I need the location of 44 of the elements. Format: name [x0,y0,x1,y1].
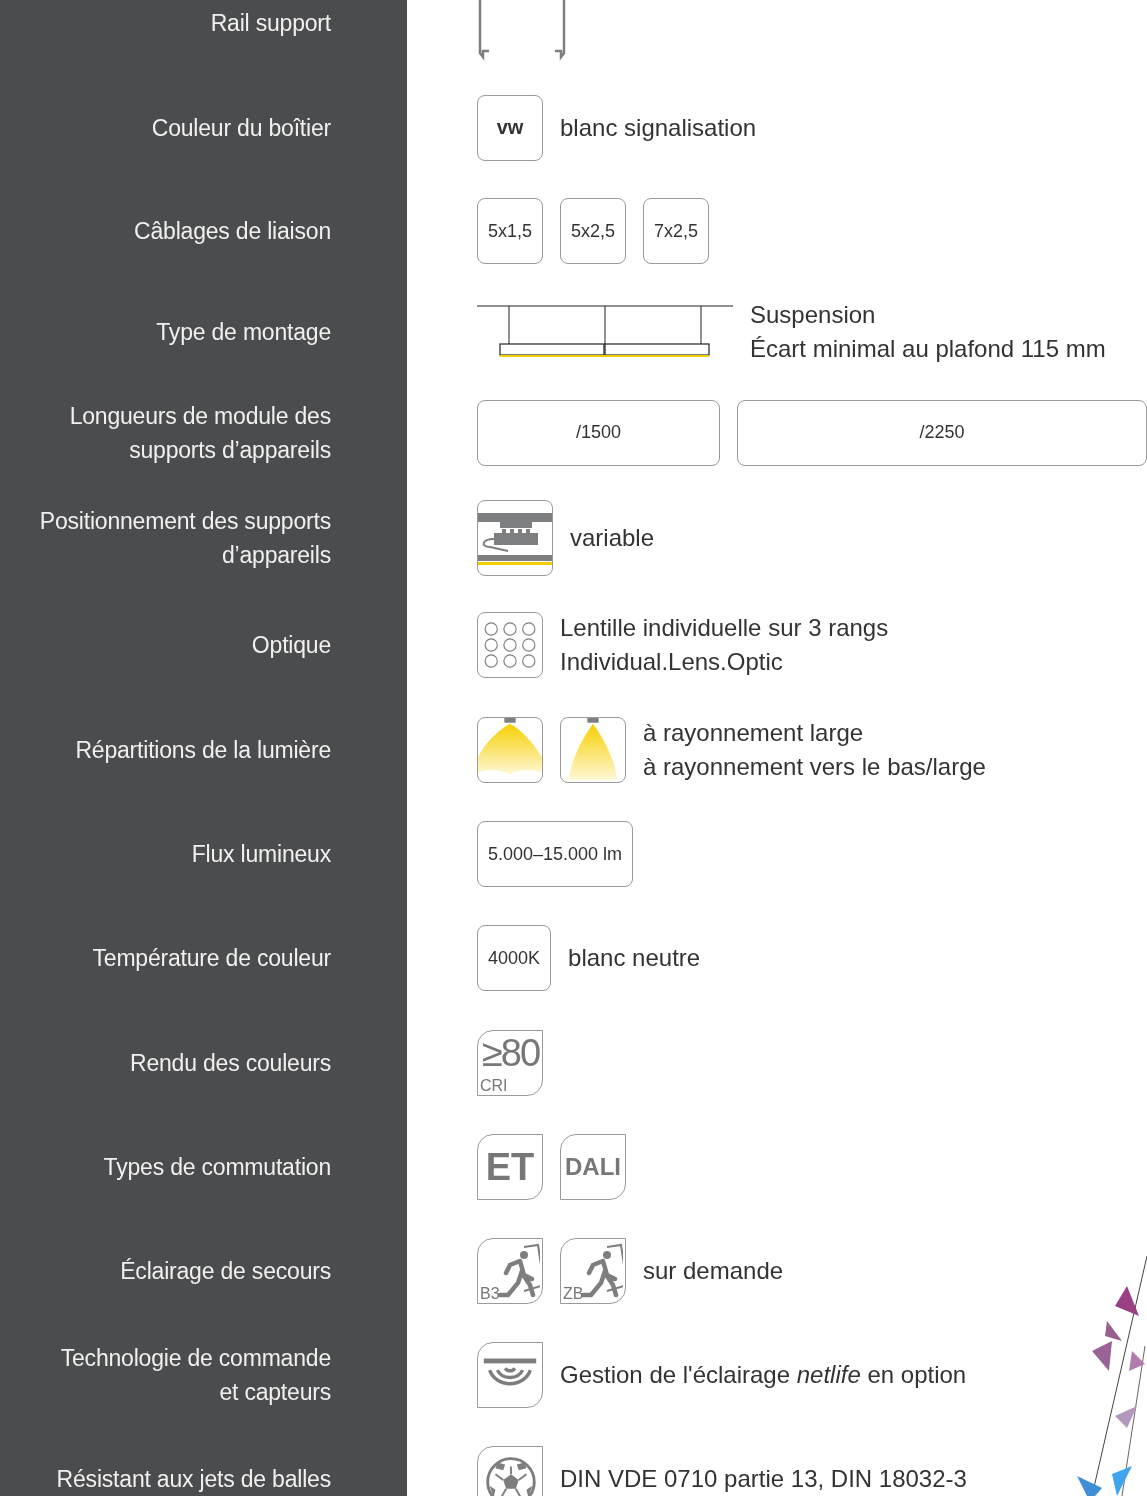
spec-description: blanc signalisation [560,112,757,143]
spec-description: variable [570,523,655,553]
spec-value: /1500 [477,399,720,466]
cri-value: ≥80 [481,1030,540,1075]
spec-label: Répartitions de la lumière [75,736,331,765]
wide-beam-icon [477,717,543,783]
spec-description: sur demande [643,1256,784,1286]
spec-value: 5x2,5 [560,198,627,264]
spec-value: vw [477,94,543,161]
emergency-code: B3 [480,1285,500,1303]
spec-label: Longueurs de module des supports d’appareils [69,401,331,465]
control-logo: ET [477,1134,543,1200]
spec-label: Rail support [210,8,331,38]
spec-label: Éclairage de secours [120,1257,331,1286]
spec-description: à rayonnement large à rayonnement vers le bas/large [643,718,986,782]
spec-label: Optique [251,631,331,660]
spec-description: Lentille individuelle sur 3 rangs Individual.Lens.Optic [560,613,889,677]
spec-label: Résistant aux jets de balles [56,1465,331,1494]
spec-description: DIN VDE 0710 partie 13, DIN 18032-3 [560,1464,967,1494]
spec-label: Types de commutation [103,1153,331,1182]
spec-label: Couleur du boîtier [151,113,331,143]
spec-value: 4000K [477,925,552,991]
spec-description: Suspension Écart minimal au plafond 115 mm [750,299,1106,364]
cri-label: CRI [480,1076,508,1095]
emergency-code: ZB [563,1285,584,1303]
spec-label: Positionnement des supports d’appareils [39,507,331,570]
spec-label: Technologie de commande et capteurs [60,1344,331,1407]
sensor-icon [477,1342,543,1408]
mounting-icon [477,500,553,576]
spec-label: Câblages de liaison [134,217,331,246]
spec-label: Type de montage [156,317,331,347]
spec-description: Gestion de l'éclairage netlife en option [560,1360,967,1390]
control-logo: DALI [560,1134,626,1200]
spec-value: 7x2,5 [643,198,710,264]
spec-label: Flux lumineux [191,840,331,869]
spec-label: Température de couleur [92,944,331,973]
football-icon [477,1446,543,1496]
spec-value: /2250 [737,399,1147,466]
spec-label: Rendu des couleurs [130,1048,331,1078]
spec-value: 5x1,5 [477,198,544,264]
spec-value: 5.000–15.000 lm [477,821,634,887]
lens-grid-icon [477,612,543,678]
narrow-beam-icon [560,717,626,783]
spec-description: blanc neutre [568,943,701,973]
